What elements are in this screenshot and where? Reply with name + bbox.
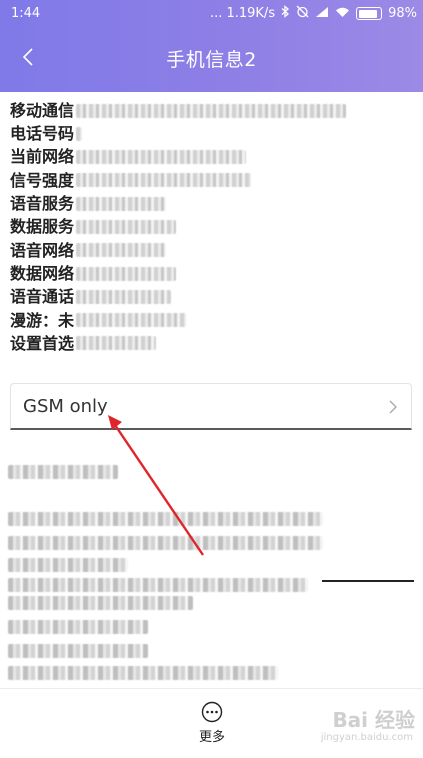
- phone-info-list: 移动通信 电话号码 当前网络 信号强度 语音服务 数据服务 语音网络 数据网络 …: [10, 98, 415, 354]
- redacted-value: [76, 196, 167, 211]
- info-row: 电话号码: [10, 121, 415, 144]
- info-row: 当前网络: [10, 145, 415, 168]
- status-bar: 1:44 ... 1.19K/s 98%: [0, 0, 423, 28]
- redacted-line: [8, 644, 148, 658]
- redacted-line: [8, 620, 148, 634]
- info-row: 语音通话: [10, 284, 415, 307]
- redacted-value: [76, 336, 157, 351]
- divider-line: [322, 580, 414, 582]
- redacted-value: [76, 126, 83, 141]
- redacted-line: [8, 465, 118, 479]
- app-header: 1:44 ... 1.19K/s 98% 手机信息2: [0, 0, 423, 92]
- redacted-value: [76, 173, 252, 188]
- preferred-network-select[interactable]: GSM only: [10, 383, 412, 430]
- bluetooth-icon: [281, 5, 290, 22]
- info-row: 语音网络: [10, 238, 415, 261]
- wifi-icon: [335, 6, 350, 22]
- info-row: 移动通信: [10, 98, 415, 121]
- redacted-line: [8, 666, 278, 680]
- chevron-right-icon: [387, 398, 399, 416]
- title-bar: 手机信息2: [0, 28, 423, 88]
- status-time: 1:44: [11, 6, 41, 21]
- watermark-url: jingyan.baidu.com: [320, 732, 413, 743]
- redacted-value: [76, 289, 172, 304]
- info-row: 语音服务: [10, 191, 415, 214]
- alarm-off-icon: [296, 5, 309, 22]
- signal-icon: [315, 6, 329, 22]
- redacted-line: [8, 536, 323, 550]
- info-row: 数据网络: [10, 261, 415, 284]
- redacted-value: [76, 243, 167, 258]
- info-row: 数据服务: [10, 214, 415, 237]
- info-row: 设置首选: [10, 331, 415, 354]
- redacted-value: [76, 266, 177, 281]
- more-button[interactable]: 更多: [191, 701, 233, 745]
- battery-percent: 98%: [388, 6, 417, 21]
- page-title: 手机信息2: [166, 49, 257, 71]
- redacted-line: [8, 596, 193, 610]
- redacted-line: [8, 512, 323, 526]
- redacted-value: [76, 150, 247, 165]
- preferred-network-value: GSM only: [23, 396, 108, 417]
- info-row: 漫游：未: [10, 308, 415, 331]
- watermark-logo: Bai 经验: [332, 708, 415, 732]
- network-speed: ... 1.19K/s: [209, 6, 276, 21]
- redacted-line: [8, 558, 128, 572]
- redacted-value: [76, 219, 177, 234]
- status-icons: ... 1.19K/s 98%: [210, 5, 417, 22]
- more-label: 更多: [198, 730, 225, 745]
- battery-icon: [356, 7, 383, 20]
- more-icon: [201, 701, 223, 723]
- redacted-line: [8, 578, 308, 592]
- redacted-value: [76, 103, 347, 118]
- redacted-value: [76, 313, 187, 328]
- info-row: 信号强度: [10, 168, 415, 191]
